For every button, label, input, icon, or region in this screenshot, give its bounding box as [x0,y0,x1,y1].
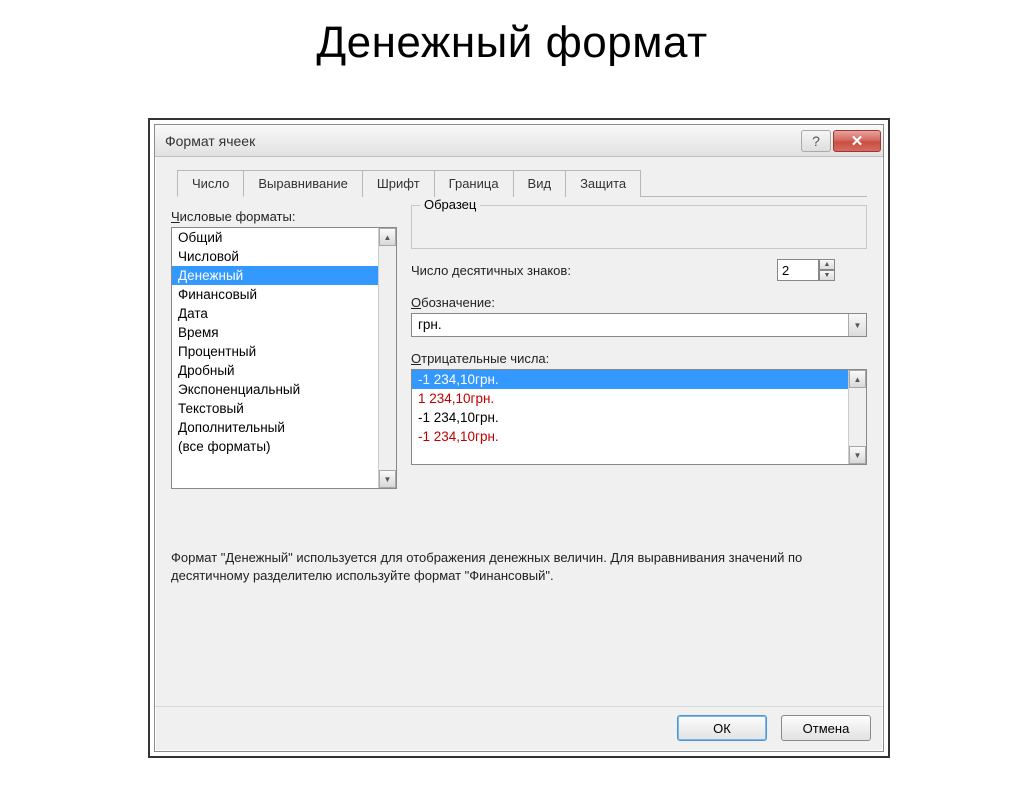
formats-scrollbar[interactable]: ▲ ▼ [378,228,396,488]
tab-Вид[interactable]: Вид [513,170,567,197]
negative-item[interactable]: -1 234,10грн. [412,370,848,389]
symbol-label: Обозначение: [411,295,867,310]
format-item[interactable]: Процентный [172,342,378,361]
screenshot-frame: Формат ячеек ? ✕ ЧислоВыравниваниеШрифтГ… [148,118,890,758]
tab-Число[interactable]: Число [177,170,244,197]
negative-item[interactable]: -1 234,10грн. [412,408,848,427]
tab-Выравнивание[interactable]: Выравнивание [243,170,362,197]
negative-scrollbar[interactable]: ▲ ▼ [848,370,866,464]
page-title: Денежный формат [0,18,1024,68]
spinner-down-icon[interactable]: ▼ [819,270,835,281]
spinner-up-icon[interactable]: ▲ [819,259,835,270]
titlebar-controls: ? ✕ [801,130,881,152]
scroll-down-icon[interactable]: ▼ [849,446,866,464]
negative-item[interactable]: -1 234,10грн. [412,427,848,446]
format-item[interactable]: Финансовый [172,285,378,304]
format-item[interactable]: Числовой [172,247,378,266]
scroll-down-icon[interactable]: ▼ [379,470,396,488]
spinner-buttons: ▲ ▼ [819,259,835,281]
tab-Шрифт[interactable]: Шрифт [362,170,435,197]
format-item[interactable]: Денежный [172,266,378,285]
titlebar: Формат ячеек ? ✕ [155,125,883,157]
formats-label-hotkey: Ч [171,209,180,224]
negative-label-hotkey: О [411,351,421,366]
formats-label: Числовые форматы: [171,209,397,224]
tab-Защита[interactable]: Защита [565,170,641,197]
format-item[interactable]: Дата [172,304,378,323]
formats-items: ОбщийЧисловойДенежныйФинансовыйДатаВремя… [172,228,378,488]
format-description: Формат "Денежный" используется для отобр… [171,549,867,584]
scroll-up-icon[interactable]: ▲ [849,370,866,388]
window-title: Формат ячеек [165,133,255,149]
help-button[interactable]: ? [801,130,831,152]
negative-item[interactable]: 1 234,10грн. [412,389,848,408]
tab-strip: ЧислоВыравниваниеШрифтГраницаВидЗащита [177,169,867,197]
decimals-input[interactable] [777,259,819,281]
format-item[interactable]: Время [172,323,378,342]
decimals-label: Число десятичных знаков: [411,263,571,278]
left-column: Числовые форматы: ОбщийЧисловойДенежныйФ… [171,205,397,489]
main-row: Числовые форматы: ОбщийЧисловойДенежныйФ… [171,205,867,489]
scroll-up-icon[interactable]: ▲ [379,228,396,246]
dialog-window: Формат ячеек ? ✕ ЧислоВыравниваниеШрифтГ… [154,124,884,752]
sample-legend: Образец [420,197,480,212]
right-column: Образец Число десятичных знаков: ▲ ▼ [411,205,867,489]
symbol-value: грн. [412,314,848,336]
ok-button[interactable]: ОК [677,715,767,741]
format-item[interactable]: Общий [172,228,378,247]
negative-listbox[interactable]: -1 234,10грн.1 234,10грн.-1 234,10грн.-1… [411,369,867,465]
format-item[interactable]: (все форматы) [172,437,378,456]
tab-Граница[interactable]: Граница [434,170,514,197]
format-item[interactable]: Текстовый [172,399,378,418]
formats-listbox[interactable]: ОбщийЧисловойДенежныйФинансовыйДатаВремя… [171,227,397,489]
close-button[interactable]: ✕ [833,130,881,152]
cancel-button[interactable]: Отмена [781,715,871,741]
formats-label-rest: исловые форматы: [180,209,296,224]
format-item[interactable]: Экспоненциальный [172,380,378,399]
combo-arrow-icon[interactable]: ▼ [848,314,866,336]
symbol-combobox[interactable]: грн. ▼ [411,313,867,337]
symbol-label-rest: бозначение: [421,295,495,310]
symbol-label-hotkey: О [411,295,421,310]
negative-label-rest: трицательные числа: [421,351,549,366]
dialog-content: ЧислоВыравниваниеШрифтГраницаВидЗащита Ч… [155,157,883,706]
decimals-spinner[interactable]: ▲ ▼ [777,259,835,281]
negative-items: -1 234,10грн.1 234,10грн.-1 234,10грн.-1… [412,370,848,464]
sample-groupbox: Образец [411,205,867,249]
format-item[interactable]: Дробный [172,361,378,380]
format-item[interactable]: Дополнительный [172,418,378,437]
negative-label: Отрицательные числа: [411,351,867,366]
dialog-footer: ОК Отмена [155,706,883,751]
decimals-row: Число десятичных знаков: ▲ ▼ [411,259,867,281]
